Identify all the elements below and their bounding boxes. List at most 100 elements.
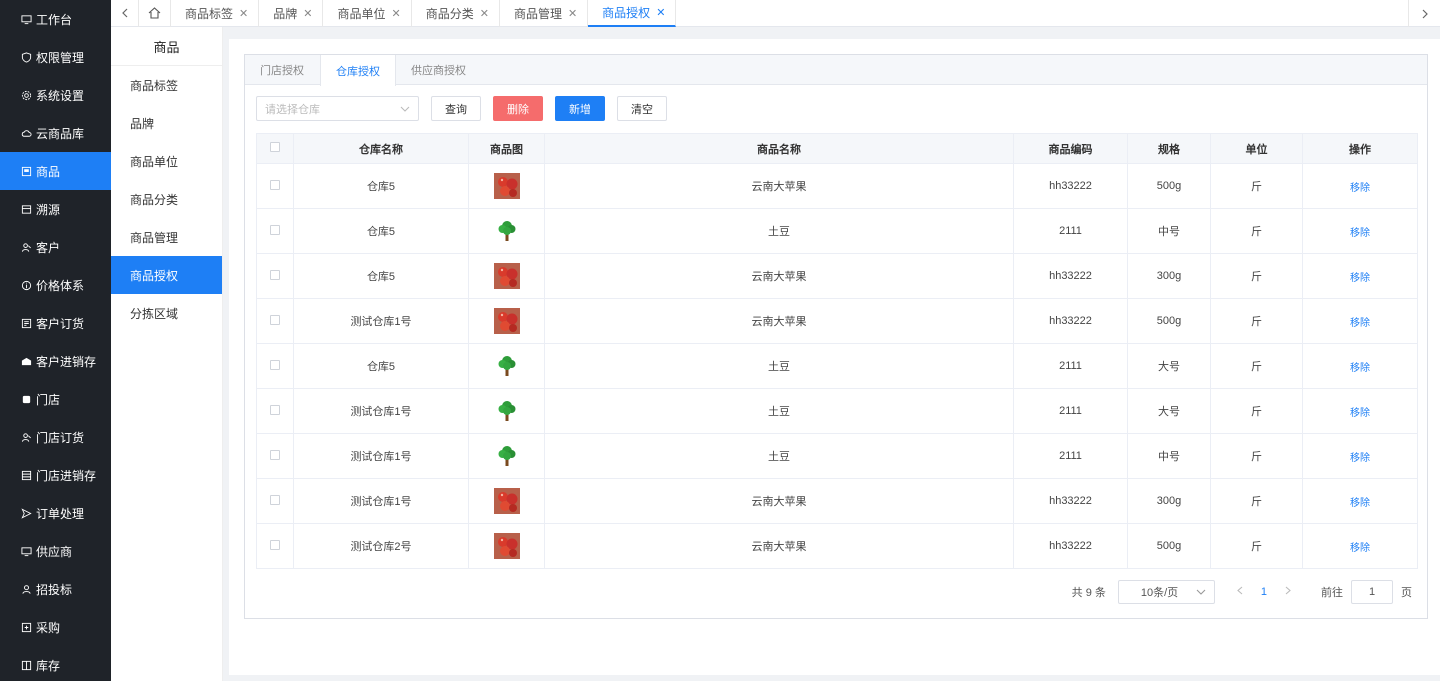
table-row: 仓库5 云南大苹果 hh33222 300g 斤 移除 bbox=[256, 253, 1418, 299]
sidebar-item[interactable]: 采购 bbox=[0, 608, 111, 646]
sidebar-item[interactable]: 订单处理 bbox=[0, 494, 111, 532]
sidebar-item[interactable]: 招投标 bbox=[0, 570, 111, 608]
cell-spec: 300g bbox=[1127, 478, 1211, 524]
apple-thumbnail bbox=[493, 488, 520, 514]
remove-link[interactable]: 移除 bbox=[1350, 453, 1370, 464]
next-page-button[interactable] bbox=[1285, 586, 1291, 598]
row-checkbox[interactable] bbox=[270, 269, 280, 280]
top-tab-label: 商品管理 bbox=[513, 6, 562, 21]
sidebar-item[interactable]: 商品 bbox=[0, 152, 111, 190]
remove-link[interactable]: 移除 bbox=[1350, 318, 1370, 329]
sidebar-item[interactable]: 溯源 bbox=[0, 190, 111, 228]
close-icon[interactable]: ✕ bbox=[656, 6, 665, 19]
sub-menu-item[interactable]: 商品单位 bbox=[111, 142, 222, 180]
warehouse-select[interactable]: 请选择仓库 bbox=[256, 96, 419, 121]
tabs-scroll-left-button[interactable] bbox=[111, 0, 139, 27]
sidebar-item-label: 供应商 bbox=[36, 544, 73, 559]
cell-spec: 300g bbox=[1127, 253, 1211, 299]
sidebar-item-label: 采购 bbox=[36, 620, 61, 635]
auth-tab[interactable]: 仓库授权 bbox=[320, 55, 396, 86]
top-tab[interactable]: 商品管理 ✕ bbox=[500, 0, 589, 27]
sidebar-item[interactable]: 云商品库 bbox=[0, 114, 111, 152]
tree-thumbnail bbox=[498, 446, 515, 466]
auth-tab[interactable]: 门店授权 bbox=[245, 55, 320, 85]
sub-menu-item[interactable]: 品牌 bbox=[111, 104, 222, 142]
top-tab[interactable]: 商品授权 ✕ bbox=[588, 0, 677, 27]
sidebar-item[interactable]: 库存 bbox=[0, 646, 111, 681]
sidebar-item[interactable]: 权限管理 bbox=[0, 38, 111, 76]
close-icon[interactable]: ✕ bbox=[568, 7, 577, 20]
pager-total: 共 9 条 bbox=[1071, 587, 1106, 599]
sub-menu-item[interactable]: 商品管理 bbox=[111, 218, 222, 256]
query-button[interactable]: 查询 bbox=[431, 96, 481, 121]
row-checkbox[interactable] bbox=[270, 314, 280, 325]
goto-page-input[interactable]: 1 bbox=[1351, 580, 1393, 604]
remove-link[interactable]: 移除 bbox=[1350, 183, 1370, 194]
sidebar-item[interactable]: 供应商 bbox=[0, 532, 111, 570]
top-tab[interactable]: 商品标签 ✕ bbox=[171, 0, 260, 27]
remove-link[interactable]: 移除 bbox=[1350, 543, 1370, 554]
table-header-row: 仓库名称 商品图 商品名称 商品编码 规格 单位 操作 bbox=[256, 133, 1418, 164]
sidebar-item[interactable]: 门店进销存 bbox=[0, 456, 111, 494]
sidebar-item[interactable]: 门店订货 bbox=[0, 418, 111, 456]
close-icon[interactable]: ✕ bbox=[239, 7, 248, 20]
cell-action: 移除 bbox=[1302, 163, 1418, 209]
row-checkbox[interactable] bbox=[270, 404, 280, 415]
tree-thumbnail bbox=[498, 401, 515, 421]
close-icon[interactable]: ✕ bbox=[480, 7, 489, 20]
sidebar-item[interactable]: 工作台 bbox=[0, 0, 111, 38]
remove-link[interactable]: 移除 bbox=[1350, 273, 1370, 284]
cell-name: 云南大苹果 bbox=[544, 163, 1014, 209]
add-button[interactable]: 新增 bbox=[555, 96, 605, 121]
row-checkbox[interactable] bbox=[270, 359, 280, 370]
select-all-checkbox[interactable] bbox=[270, 142, 280, 152]
table-row: 测试仓库1号 云南大苹果 hh33222 500g 斤 移除 bbox=[256, 298, 1418, 344]
tab-bar: 商品标签 ✕ 品牌 ✕ 商品单位 ✕ 商品分类 ✕ 商品管理 ✕ 商品授权 ✕ bbox=[111, 0, 1440, 27]
top-tab-label: 商品标签 bbox=[185, 6, 234, 21]
page-number-current[interactable]: 1 bbox=[1261, 586, 1267, 598]
remove-link[interactable]: 移除 bbox=[1350, 363, 1370, 374]
cell-warehouse: 仓库5 bbox=[293, 343, 469, 389]
row-checkbox[interactable] bbox=[270, 539, 280, 550]
cloud-icon bbox=[20, 127, 32, 139]
delete-button[interactable]: 删除 bbox=[493, 96, 543, 121]
row-checkbox[interactable] bbox=[270, 494, 280, 505]
sidebar-item[interactable]: 价格体系 bbox=[0, 266, 111, 304]
remove-link[interactable]: 移除 bbox=[1350, 228, 1370, 239]
sidebar-item[interactable]: 门店 bbox=[0, 380, 111, 418]
apple-thumbnail bbox=[493, 308, 520, 334]
sidebar-item[interactable]: 系统设置 bbox=[0, 76, 111, 114]
row-select-cell bbox=[256, 253, 294, 299]
sub-menu-item[interactable]: 商品标签 bbox=[111, 66, 222, 104]
sub-menu-item[interactable]: 商品授权 bbox=[111, 256, 222, 294]
sub-menu-item[interactable]: 分拣区域 bbox=[111, 294, 222, 332]
goods-icon bbox=[20, 165, 32, 177]
sidebar-item-label: 门店订货 bbox=[36, 430, 85, 445]
remove-link[interactable]: 移除 bbox=[1350, 408, 1370, 419]
chevron-left-icon bbox=[1237, 586, 1243, 595]
cell-spec: 中号 bbox=[1127, 208, 1211, 254]
prev-page-button[interactable] bbox=[1237, 586, 1243, 598]
top-tab[interactable]: 品牌 ✕ bbox=[259, 0, 324, 27]
close-icon[interactable]: ✕ bbox=[303, 7, 312, 20]
top-tab[interactable]: 商品分类 ✕ bbox=[412, 0, 500, 27]
row-checkbox[interactable] bbox=[270, 449, 280, 460]
sidebar-item[interactable]: 客户 bbox=[0, 228, 111, 266]
remove-link[interactable]: 移除 bbox=[1350, 498, 1370, 509]
tabs-scroll-right-button[interactable] bbox=[1408, 0, 1440, 27]
sidebar-item[interactable]: 客户进销存 bbox=[0, 342, 111, 380]
cell-image bbox=[468, 478, 545, 524]
tree-thumbnail bbox=[498, 356, 515, 376]
warehouse-icon bbox=[20, 355, 32, 367]
sub-menu-item[interactable]: 商品分类 bbox=[111, 180, 222, 218]
close-icon[interactable]: ✕ bbox=[391, 7, 400, 20]
auth-tab[interactable]: 供应商授权 bbox=[396, 55, 482, 85]
row-checkbox[interactable] bbox=[270, 224, 280, 235]
page-size-select[interactable]: 10条/页 bbox=[1117, 580, 1215, 604]
sidebar-item[interactable]: 客户订货 bbox=[0, 304, 111, 342]
row-checkbox[interactable] bbox=[270, 179, 280, 190]
clear-button[interactable]: 清空 bbox=[617, 96, 667, 121]
home-tab[interactable] bbox=[139, 0, 171, 27]
cell-code: hh33222 bbox=[1013, 478, 1128, 524]
top-tab[interactable]: 商品单位 ✕ bbox=[323, 0, 412, 27]
